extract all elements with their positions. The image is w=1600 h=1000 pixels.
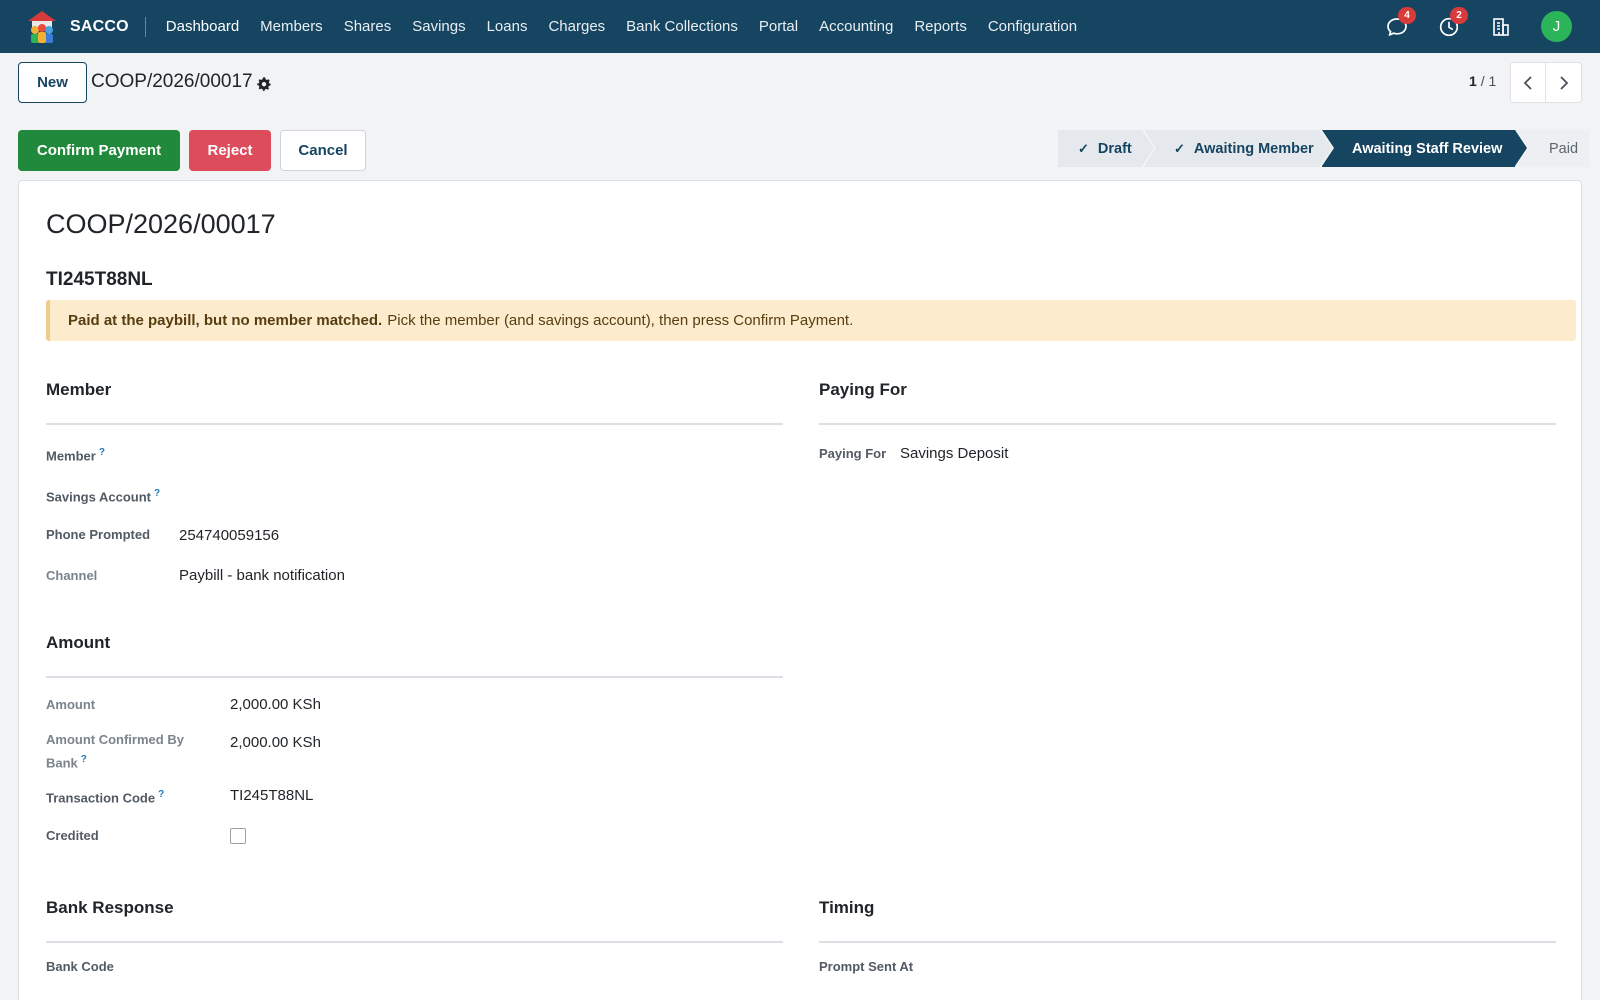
menu-item-bank-collections[interactable]: Bank Collections [626,18,738,35]
section-title-timing: Timing [819,898,875,917]
section-divider [819,941,1556,943]
amount-confirmed-value: 2,000.00 KSh [230,734,321,751]
messages-count-badge: 4 [1398,6,1416,24]
top-navbar: SACCO Dashboard Members Shares Savings L… [0,0,1600,53]
nav-separator [144,16,146,37]
confirm-payment-button[interactable]: Confirm Payment [18,130,180,171]
warning-alert: Paid at the paybill, but no member match… [46,300,1576,341]
pager-current: 1 [1469,73,1477,89]
cancel-button[interactable]: Cancel [280,130,366,171]
section-divider [46,941,783,943]
phone-prompted-value[interactable]: 254740059156 [179,527,279,544]
main-menu: Dashboard Members Shares Savings Loans C… [166,18,1098,35]
menu-item-charges[interactable]: Charges [548,18,605,35]
channel-value[interactable]: Paybill - bank notification [179,567,345,584]
section-title-paying-for: Paying For [819,380,907,399]
phone-prompted-label: Phone Prompted [46,527,151,542]
breadcrumb-record-name: COOP/2026/00017 [91,71,253,92]
stage-label: Awaiting Member [1193,140,1314,157]
transaction-code-label: Transaction Code? [46,789,165,806]
menu-item-members[interactable]: Members [260,18,323,35]
amount-label: Amount [46,697,96,712]
stage-awaiting-staff-review[interactable]: Awaiting Staff Review [1322,130,1529,167]
section-divider [819,423,1556,425]
stage-draft[interactable]: ✓ Draft [1058,130,1156,167]
help-icon[interactable]: ? [154,488,160,499]
section-title-bank-response: Bank Response [46,898,174,917]
bank-code-label: Bank Code [46,959,114,974]
check-icon: ✓ [1174,140,1185,156]
pager-total: / 1 [1480,73,1497,89]
brand-name[interactable]: SACCO [70,18,129,36]
alert-text: Pick the member (and savings account), t… [387,312,854,329]
menu-item-dashboard[interactable]: Dashboard [166,18,239,35]
amount-confirmed-label: Amount Confirmed By Bank? [46,732,184,771]
navbar-systray: 4 2 J [1385,0,1600,53]
company-switcher-button[interactable] [1489,15,1513,39]
check-icon: ✓ [1078,140,1089,156]
prompt-sent-at-label: Prompt Sent At [819,959,914,974]
stage-label: Draft [1097,140,1132,157]
menu-item-shares[interactable]: Shares [344,18,392,35]
stage-label: Awaiting Staff Review [1352,140,1503,157]
help-icon[interactable]: ? [81,754,87,765]
menu-item-accounting[interactable]: Accounting [819,18,893,35]
channel-label: Channel [46,568,98,583]
building-icon [1493,17,1509,36]
app-logo-icon[interactable] [24,9,60,45]
help-icon[interactable]: ? [158,789,164,800]
stage-label: Paid [1549,140,1579,157]
section-title-member: Member [46,380,112,399]
menu-item-reports[interactable]: Reports [914,18,967,35]
pager-value[interactable]: 1 / 1 [1469,73,1496,89]
credited-checkbox[interactable] [230,828,246,844]
help-icon[interactable]: ? [99,447,105,458]
stage-awaiting-member[interactable]: ✓ Awaiting Member [1144,130,1334,167]
section-divider [46,423,783,425]
reject-button[interactable]: Reject [189,130,271,171]
user-avatar[interactable]: J [1541,11,1572,42]
pager-previous-button[interactable] [1510,62,1546,103]
record-title: COOP/2026/00017 [46,209,276,239]
savings-account-field-label: Savings Account? [46,488,161,505]
amount-value: 2,000.00 KSh [230,696,321,713]
messages-button[interactable]: 4 [1385,6,1416,39]
menu-item-savings[interactable]: Savings [412,18,465,35]
alert-bold-text: Paid at the paybill, but no member match… [68,312,383,329]
paying-for-label: Paying For [819,446,887,461]
menu-item-configuration[interactable]: Configuration [988,18,1077,35]
section-divider [46,676,783,678]
gear-icon[interactable] [256,76,272,92]
record-subtitle: TI245T88NL [46,269,153,290]
chevron-right-icon [1559,75,1568,90]
form-sheet: COOP/2026/00017 TI245T88NL Paid at the p… [18,180,1582,1000]
menu-item-loans[interactable]: Loans [487,18,528,35]
member-field-label: Member? [46,447,105,464]
section-title-amount: Amount [46,633,111,652]
activities-button[interactable]: 2 [1437,6,1468,39]
pager-next-button[interactable] [1546,62,1582,103]
credited-label: Credited [46,828,99,843]
paying-for-value[interactable]: Savings Deposit [900,445,1008,462]
status-bar: ✓ Draft ✓ Awaiting Member Awaiting Staff R… [1058,130,1589,167]
chevron-left-icon [1523,75,1532,90]
new-record-button[interactable]: New [18,62,87,103]
menu-item-portal[interactable]: Portal [759,18,798,35]
transaction-code-value[interactable]: TI245T88NL [230,787,313,804]
activities-count-badge: 2 [1450,6,1468,24]
